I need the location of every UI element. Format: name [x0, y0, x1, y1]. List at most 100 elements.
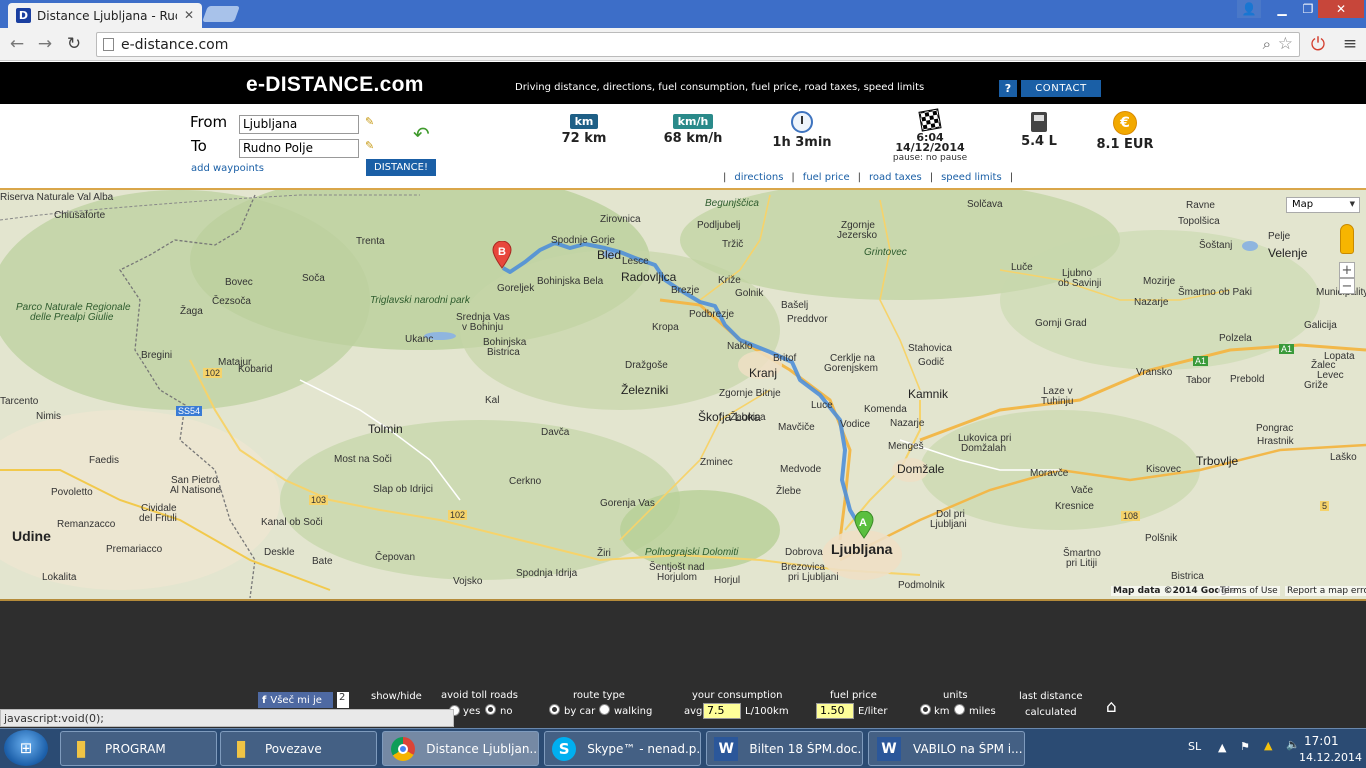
new-tab-button[interactable] — [202, 6, 240, 22]
taskbar-item-povezave[interactable]: ▮ Povezave — [220, 731, 377, 766]
taskbar-item-program[interactable]: ▮ PROGRAM — [60, 731, 217, 766]
tab-close-icon[interactable]: ✕ — [184, 8, 194, 22]
consumption-input[interactable]: 7.5 — [703, 703, 741, 719]
restore-button[interactable]: ❐ — [1296, 0, 1320, 18]
avoid-toll-no-radio[interactable] — [485, 704, 496, 715]
home-icon[interactable]: ⌂ — [1106, 697, 1117, 717]
place-label: Vojsko — [453, 576, 483, 587]
browser-status-bar: javascript:void(0); — [0, 709, 454, 727]
units-miles-radio[interactable] — [954, 704, 965, 715]
volume-icon[interactable]: 🔈 — [1286, 738, 1300, 751]
forward-arrow-icon[interactable]: → — [34, 33, 56, 55]
place-label: Triglavski narodni park — [370, 295, 470, 306]
fuel-price-link[interactable]: fuel price — [803, 172, 850, 183]
directions-link[interactable]: directions — [734, 172, 783, 183]
euro-coin-icon: € — [1113, 111, 1137, 135]
clock-time[interactable]: 17:01 — [1304, 734, 1339, 748]
street-view-pegman-icon[interactable] — [1340, 224, 1354, 254]
back-arrow-icon[interactable]: ← — [6, 33, 28, 55]
to-input[interactable]: Rudno Polje — [239, 139, 359, 158]
google-drive-icon[interactable]: ▲ — [1264, 739, 1272, 752]
place-label: Zirovnica — [600, 214, 641, 225]
language-indicator[interactable]: SL — [1188, 740, 1201, 753]
place-label: Polzela — [1219, 333, 1252, 344]
tray-expand-icon[interactable]: ▲ — [1218, 741, 1226, 754]
place-label: Vače — [1071, 485, 1094, 496]
zoom-out-button[interactable]: − — [1339, 278, 1355, 294]
taskbar-item-word-vabilo[interactable]: W VABILO na ŠPM i... — [868, 731, 1025, 766]
place-label: Davča — [541, 427, 570, 438]
browser-toolbar: ← → ↻ e-distance.com ⌕ ☆ ⏻ ≡ — [0, 28, 1366, 61]
speed-limits-link[interactable]: speed limits — [941, 172, 1002, 183]
clock-date[interactable]: 14.12.2014 — [1299, 751, 1362, 764]
place-label: Bašelj — [781, 300, 809, 311]
route-map[interactable]: B A Riserva Naturale Val Alba Chiusafort… — [0, 190, 1366, 599]
route-walking-radio[interactable] — [599, 704, 610, 715]
from-label: From — [190, 113, 228, 131]
extension-icon[interactable]: ⏻ — [1307, 33, 1329, 55]
folder-icon: ▮ — [234, 736, 248, 761]
terms-of-use-link[interactable]: Terms of Use — [1218, 586, 1280, 596]
taskbar-item-skype[interactable]: S Skype™ - nenad.p... — [544, 731, 701, 766]
facebook-like-count: 2 — [337, 692, 349, 708]
minimize-button[interactable]: ▁ — [1270, 0, 1294, 18]
distance-button[interactable]: DISTANCE! — [366, 159, 436, 176]
place-label: Gorenjskem — [824, 363, 878, 374]
taskbar-item-chrome[interactable]: Distance Ljubljan... — [382, 731, 539, 766]
place-label: Bovec — [225, 277, 253, 288]
speed-icon: km/h — [672, 114, 714, 129]
place-label: Šmartno ob Paki — [1178, 287, 1252, 298]
address-bar[interactable]: e-distance.com ⌕ ☆ — [96, 32, 1300, 57]
place-label: ob Savinji — [1058, 278, 1102, 289]
place-label: Bate — [312, 556, 333, 567]
road-taxes-link[interactable]: road taxes — [869, 172, 922, 183]
place-label: Pongrac — [1256, 423, 1294, 434]
taskbar-item-word-bilten[interactable]: W Bilten 18 ŠPM.doc... — [706, 731, 863, 766]
place-label: Godič — [918, 357, 945, 368]
facebook-like-label: Všeč mi je — [270, 694, 322, 706]
reload-icon[interactable]: ↻ — [63, 33, 85, 55]
from-input[interactable]: Ljubljana — [239, 115, 359, 134]
show-hide-toggle[interactable]: show/hide — [371, 691, 422, 702]
place-label: Medvode — [780, 464, 822, 475]
start-button[interactable]: ⊞ — [4, 730, 48, 766]
place-label: Topolšica — [1178, 216, 1220, 227]
place-label: Galicija — [1304, 320, 1337, 331]
browser-tab[interactable]: D Distance Ljubljana - Rudno ✕ — [8, 3, 202, 28]
user-icon[interactable]: 👤 — [1237, 0, 1261, 18]
place-label: Šoštanj — [1199, 240, 1233, 251]
route-by-car-radio[interactable] — [549, 704, 560, 715]
close-window-button[interactable]: ✕ — [1318, 0, 1364, 18]
place-label: Moravče — [1030, 468, 1069, 479]
taskbar-item-label: Skype™ - nenad.p... — [587, 741, 700, 756]
to-label: To — [191, 137, 207, 155]
units-miles-label: miles — [969, 706, 996, 717]
help-button[interactable]: ? — [999, 80, 1017, 97]
swap-route-icon[interactable]: ↶ — [413, 122, 430, 146]
place-label: Deskle — [264, 547, 295, 558]
site-tagline: Driving distance, directions, fuel consu… — [515, 82, 925, 93]
to-lookup-icon[interactable]: ✎ — [365, 139, 383, 153]
units-km-label: km — [934, 706, 950, 717]
map-type-select[interactable]: Map — [1286, 197, 1360, 213]
place-label: Lokalita — [42, 572, 77, 583]
site-logo[interactable]: e-DISTANCE.com — [246, 73, 424, 97]
fuel-price-input[interactable]: 1.50 — [816, 703, 854, 719]
time-stat: 1h 3min — [770, 111, 834, 150]
zoom-in-button[interactable]: + — [1339, 262, 1355, 278]
menu-icon[interactable]: ≡ — [1339, 33, 1361, 55]
add-waypoints-link[interactable]: add waypoints — [191, 163, 264, 174]
zoom-icon[interactable]: ⌕ — [1263, 35, 1271, 53]
place-label: Tabor — [1186, 375, 1212, 386]
place-label: Nimis — [36, 411, 61, 422]
from-lookup-icon[interactable]: ✎ — [365, 115, 383, 129]
facebook-like-button[interactable]: f Všeč mi je — [258, 692, 333, 708]
contact-button[interactable]: CONTACT — [1021, 80, 1101, 97]
place-label: Matajur — [218, 357, 252, 368]
place-label: Tarcento — [0, 396, 39, 407]
action-center-flag-icon[interactable]: ⚑ — [1240, 740, 1250, 753]
bookmark-star-icon[interactable]: ☆ — [1278, 34, 1293, 54]
place-label: Polhograjski Dolomiti — [645, 547, 739, 558]
report-map-error-link[interactable]: Report a map error — [1285, 586, 1366, 596]
units-km-radio[interactable] — [920, 704, 931, 715]
